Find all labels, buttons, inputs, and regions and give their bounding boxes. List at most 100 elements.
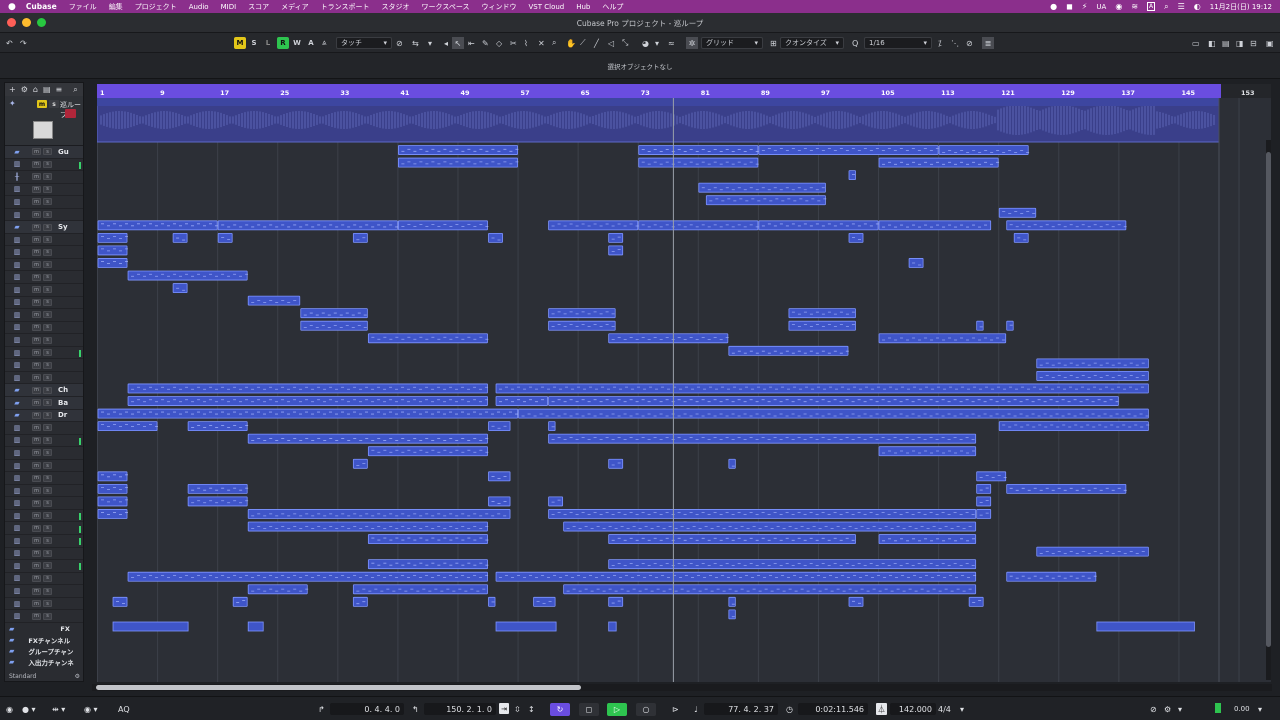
- midi-event[interactable]: [998, 421, 1149, 432]
- timeline-ruler-outside[interactable]: 153: [1221, 84, 1271, 98]
- track-mute-button[interactable]: m: [32, 148, 41, 156]
- midi-event[interactable]: [908, 258, 924, 268]
- snap-mode-icon[interactable]: ≈: [668, 37, 675, 49]
- track-mute-button[interactable]: m: [32, 474, 41, 482]
- folder-track[interactable]: ▰ m s Dr: [5, 409, 83, 423]
- midi-track[interactable]: ▥ m s: [5, 535, 83, 548]
- track-solo-button[interactable]: s: [43, 411, 52, 419]
- track-solo-button[interactable]: s: [43, 349, 52, 357]
- folder-track[interactable]: ▰ m s Ch: [5, 384, 83, 397]
- midi-event[interactable]: [608, 232, 624, 243]
- autoscroll-icon[interactable]: ⇆: [412, 37, 419, 49]
- track-mute-button[interactable]: m: [32, 436, 41, 444]
- settings-gear-icon[interactable]: ⚙: [75, 673, 80, 680]
- chevron-down-icon[interactable]: ▾: [1258, 703, 1262, 715]
- track-solo-button[interactable]: s: [43, 399, 52, 407]
- midi-event[interactable]: [848, 596, 864, 607]
- midi-track[interactable]: ╫ m s: [5, 171, 83, 184]
- object-select-tool-icon[interactable]: ↖: [452, 37, 464, 49]
- track-mute-button[interactable]: m: [32, 361, 41, 369]
- play-status-icon[interactable]: ◉: [1115, 2, 1122, 11]
- midi-track[interactable]: ▥ m s: [5, 272, 83, 285]
- midi-event[interactable]: [352, 584, 488, 595]
- menu-transport[interactable]: トランスポート: [321, 2, 370, 12]
- track-solo-button[interactable]: s: [43, 286, 52, 294]
- midi-event[interactable]: [495, 571, 977, 582]
- stop-button[interactable]: ◻: [579, 703, 599, 716]
- track-mute-button[interactable]: m: [32, 537, 41, 545]
- track-mute-button[interactable]: m: [32, 524, 41, 532]
- midi-event[interactable]: [1006, 571, 1097, 582]
- midi-event[interactable]: [938, 145, 1029, 155]
- track-mute-button[interactable]: m: [32, 512, 41, 520]
- midi-event[interactable]: [548, 396, 1119, 406]
- midi-track[interactable]: ▥ m s: [5, 435, 83, 448]
- track-solo-button[interactable]: s: [43, 198, 52, 206]
- wifi-icon[interactable]: ≋: [1131, 2, 1138, 11]
- midi-track[interactable]: ▥ m s: [5, 284, 83, 297]
- draw-line-icon[interactable]: ╱: [594, 37, 599, 49]
- line-tool-icon[interactable]: ⟋: [580, 37, 586, 49]
- app-status-icon[interactable]: ◼: [1066, 2, 1073, 11]
- split-tool-icon[interactable]: ✂: [510, 37, 517, 49]
- midi-event[interactable]: [97, 471, 128, 482]
- redo-icon[interactable]: ↷: [20, 37, 27, 49]
- tempo-field[interactable]: 142.000: [890, 703, 936, 715]
- signature-field[interactable]: 4/4: [938, 703, 951, 715]
- track-mute-button[interactable]: m: [32, 261, 41, 269]
- midi-event[interactable]: [112, 596, 128, 607]
- midi-event[interactable]: [976, 320, 984, 331]
- zoom-tool-icon[interactable]: ⌕: [552, 37, 556, 49]
- primary-time-display[interactable]: 77. 4. 2. 37: [704, 703, 778, 715]
- color-tool-icon[interactable]: ◕: [642, 37, 649, 49]
- track-mute-button[interactable]: m: [32, 248, 41, 256]
- listen-state-button[interactable]: L: [262, 37, 274, 49]
- input-mode-icon[interactable]: A: [1147, 2, 1156, 11]
- midi-event[interactable]: [563, 584, 977, 595]
- menu-studio[interactable]: スタジオ: [382, 2, 410, 12]
- add-track-icon[interactable]: +: [9, 85, 16, 94]
- track-mute-button[interactable]: m: [32, 386, 41, 394]
- track-mute-button[interactable]: m: [32, 173, 41, 181]
- track-solo-button[interactable]: s: [43, 236, 52, 244]
- track-solo-button[interactable]: s: [43, 211, 52, 219]
- track-mute-button[interactable]: m: [32, 600, 41, 608]
- play-button[interactable]: ▷: [607, 703, 627, 716]
- track-solo-button[interactable]: s: [43, 361, 52, 369]
- track-mute-button[interactable]: m: [32, 549, 41, 557]
- metronome-click-icon[interactable]: ⏃: [876, 703, 887, 715]
- fx-event[interactable]: [1096, 621, 1195, 632]
- track-solo-button[interactable]: s: [43, 499, 52, 507]
- track-solo-button[interactable]: s: [43, 273, 52, 281]
- record-status-icon[interactable]: ●: [1050, 2, 1057, 11]
- track-height-preset[interactable]: Standard: [9, 673, 36, 680]
- track-mute-button[interactable]: m: [32, 198, 41, 206]
- grid-type-select[interactable]: グリッド ▾: [701, 37, 763, 49]
- left-locator-icon[interactable]: ↱: [318, 703, 325, 715]
- track-solo-button[interactable]: s: [43, 374, 52, 382]
- track-mute-button[interactable]: m: [32, 574, 41, 582]
- midi-event[interactable]: [187, 421, 248, 432]
- time-format-icon[interactable]: ◷: [786, 703, 793, 715]
- track-solo-button[interactable]: s: [43, 487, 52, 495]
- track-mute-button[interactable]: m: [32, 185, 41, 193]
- auto-quantize-button[interactable]: AQ: [118, 703, 130, 715]
- track-solo-button[interactable]: s: [43, 261, 52, 269]
- secondary-time-display[interactable]: 0:02:11.546: [798, 703, 868, 715]
- track-mute-button[interactable]: m: [32, 160, 41, 168]
- midi-event[interactable]: [548, 509, 977, 519]
- midi-event[interactable]: [217, 232, 233, 243]
- track-solo-button[interactable]: s: [43, 512, 52, 520]
- menu-score[interactable]: スコア: [248, 2, 269, 12]
- midi-event[interactable]: [97, 483, 128, 494]
- iterative-quantize-icon[interactable]: ⁒: [938, 37, 942, 49]
- midi-track[interactable]: ▥ m s: [5, 610, 83, 623]
- jump-icon[interactable]: ↕: [528, 703, 535, 715]
- bolt-icon[interactable]: ⚡: [1082, 2, 1088, 11]
- horizontal-scrollbar[interactable]: [92, 684, 1272, 691]
- track-mute-button[interactable]: m: [32, 562, 41, 570]
- midi-event[interactable]: [548, 320, 616, 331]
- midi-track[interactable]: ▥ m s: [5, 585, 83, 598]
- midi-event[interactable]: [367, 333, 488, 344]
- midi-event[interactable]: [127, 396, 488, 406]
